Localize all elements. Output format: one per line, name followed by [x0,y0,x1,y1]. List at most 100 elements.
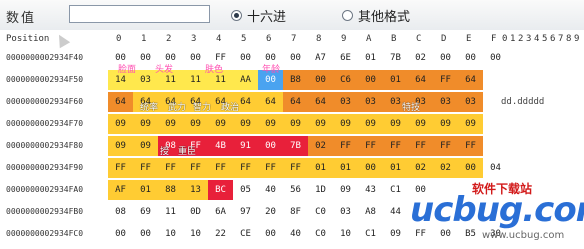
hex-byte-cell[interactable]: 13 [183,180,208,200]
hex-byte-cell[interactable]: C1 [383,180,408,200]
hex-byte-cell[interactable]: 64 [408,70,433,90]
hex-byte-cell[interactable]: 01 [308,158,333,178]
radio-other-format[interactable]: 其他格式 [342,6,410,25]
hex-byte-cell[interactable]: 05 [233,180,258,200]
radio-hex-dot[interactable] [231,9,242,21]
hex-byte-cell[interactable]: FF [208,158,233,178]
hex-byte-cell[interactable]: FF [108,158,133,178]
hex-byte-cell[interactable]: 09 [433,114,458,134]
hex-byte-cell[interactable]: FF [183,158,208,178]
hex-byte-cell[interactable]: 08 [108,202,133,222]
hex-byte-cell[interactable]: B8 [283,70,308,90]
hex-byte-cell[interactable]: 56 [283,180,308,200]
hex-byte-cell[interactable]: 00 [108,224,133,244]
hex-byte-cell[interactable]: 03 [358,92,383,112]
hex-byte-cell[interactable]: 8F [283,202,308,222]
hex-byte-cell[interactable]: FF [258,158,283,178]
hex-byte-cell[interactable]: 10 [333,224,358,244]
hex-byte-cell[interactable]: 64 [458,70,483,90]
hex-byte-cell[interactable]: FF [408,136,433,156]
hex-byte-cell[interactable]: 09 [258,114,283,134]
hex-byte-cell[interactable]: 69 [133,202,158,222]
hex-byte-cell[interactable]: 09 [383,114,408,134]
hex-byte-cell[interactable]: 1D [308,180,333,200]
value-input[interactable] [69,5,210,23]
hex-byte-cell[interactable]: 09 [283,114,308,134]
hex-byte-cell[interactable]: 01 [383,70,408,90]
hex-byte-cell[interactable]: 00 [258,136,283,156]
hex-byte-cell[interactable]: FF [433,70,458,90]
hex-byte-cell[interactable]: 03 [333,92,358,112]
hex-byte-cell[interactable]: 09 [408,114,433,134]
hex-byte-cell[interactable]: 10 [158,224,183,244]
hex-byte-cell[interactable]: C1 [358,224,383,244]
hex-byte-cell[interactable]: 09 [133,114,158,134]
hex-byte-cell[interactable]: 09 [108,114,133,134]
hex-byte-cell[interactable]: 10 [183,224,208,244]
radio-other-dot[interactable] [342,9,353,21]
hex-byte-cell[interactable]: 0D [183,202,208,222]
hex-byte-cell[interactable]: 6E [333,48,358,68]
hex-byte-cell[interactable]: 02 [433,158,458,178]
hex-byte-cell[interactable]: 01 [333,158,358,178]
hex-byte-cell[interactable]: 00 [133,224,158,244]
hex-byte-cell[interactable]: 6A [208,202,233,222]
hex-byte-cell[interactable]: 00 [308,70,333,90]
hex-byte-cell[interactable]: 02 [408,48,433,68]
hex-byte-cell[interactable]: 01 [358,48,383,68]
hex-byte-cell[interactable]: 09 [208,114,233,134]
hex-byte-cell[interactable]: 00 [358,158,383,178]
hex-byte-cell[interactable]: 11 [158,202,183,222]
hex-byte-cell[interactable]: 88 [158,180,183,200]
hex-byte-cell[interactable]: AA [233,70,258,90]
hex-byte-cell[interactable]: 02 [308,136,333,156]
hex-byte-cell[interactable] [483,70,508,90]
hex-byte-cell[interactable]: FF [283,158,308,178]
hex-byte-cell[interactable]: 02 [408,158,433,178]
hex-byte-cell[interactable]: 09 [333,114,358,134]
hex-byte-cell[interactable]: AF [108,180,133,200]
hex-byte-cell[interactable]: 00 [458,48,483,68]
hex-byte-cell[interactable] [483,136,508,156]
hex-byte-cell[interactable]: 09 [108,136,133,156]
hex-byte-cell[interactable]: 03 [333,202,358,222]
hex-byte-cell[interactable]: 4B [208,136,233,156]
hex-byte-cell[interactable]: FF [333,136,358,156]
hex-byte-cell[interactable]: FF [433,136,458,156]
hex-byte-cell[interactable]: FF [233,158,258,178]
hex-byte-cell[interactable]: 09 [183,114,208,134]
hex-byte-cell[interactable]: C0 [308,202,333,222]
hex-byte-cell[interactable]: A8 [358,202,383,222]
hex-byte-cell[interactable]: FF [158,158,183,178]
hex-byte-cell[interactable]: FF [133,158,158,178]
hex-byte-cell[interactable]: 64 [283,92,308,112]
hex-byte-cell[interactable]: 01 [133,180,158,200]
hex-byte-cell[interactable]: 09 [458,114,483,134]
hex-byte-cell[interactable]: 40 [283,224,308,244]
hex-byte-cell[interactable]: 00 [458,158,483,178]
hex-byte-cell[interactable]: 64 [108,92,133,112]
hex-byte-cell[interactable]: 44 [383,202,408,222]
hex-byte-cell[interactable]: 91 [233,136,258,156]
hex-byte-cell[interactable]: 09 [308,114,333,134]
hex-byte-cell[interactable]: 04 [483,158,508,178]
hex-byte-cell[interactable]: A7 [308,48,333,68]
hex-byte-cell[interactable]: 00 [358,70,383,90]
hex-byte-cell[interactable]: 00 [283,48,308,68]
hex-byte-cell[interactable]: 43 [358,180,383,200]
hex-byte-cell[interactable]: 7B [283,136,308,156]
hex-byte-cell[interactable]: FF [458,136,483,156]
hex-byte-cell[interactable]: 03 [458,92,483,112]
hex-byte-cell[interactable]: BC [208,180,233,200]
hex-byte-cell[interactable]: 09 [358,114,383,134]
hex-byte-cell[interactable]: 09 [383,224,408,244]
hex-byte-cell[interactable]: 40 [258,180,283,200]
hex-byte-cell[interactable]: 09 [333,180,358,200]
hex-byte-cell[interactable]: 7B [383,48,408,68]
hex-byte-cell[interactable]: 01 [383,158,408,178]
hex-byte-cell[interactable]: 03 [433,92,458,112]
hex-byte-cell[interactable] [483,114,508,134]
hex-byte-cell[interactable]: 20 [258,202,283,222]
hex-byte-cell[interactable]: 09 [233,114,258,134]
hex-byte-cell[interactable]: 64 [258,92,283,112]
